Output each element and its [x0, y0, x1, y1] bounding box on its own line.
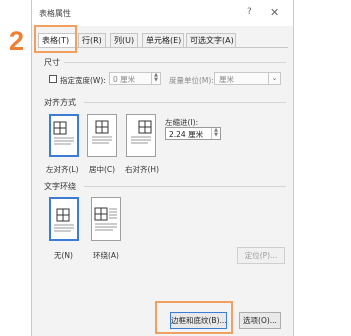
align-right-label: 右对齐(H)	[125, 165, 159, 174]
title-bar: 表格属性 ? ✕	[32, 0, 293, 26]
help-button[interactable]: ?	[247, 7, 252, 17]
align-center-label: 居中(C)	[89, 165, 116, 174]
wrap-around-option[interactable]	[91, 197, 121, 241]
align-center-icon	[92, 120, 112, 144]
wrap-around-label: 环绕(A)	[93, 251, 119, 260]
tab-row[interactable]: 行(R)	[78, 33, 106, 47]
dialog-title: 表格属性	[39, 9, 71, 18]
options-button[interactable]: 选项(O)...	[239, 312, 281, 329]
screenshot-canvas: 2 3 表格属性 ? ✕ 表格(T) 行(R) 列(U) 单元格(E) 可选文字…	[0, 0, 351, 336]
align-right-icon	[131, 120, 152, 144]
width-value: 0 厘米	[113, 75, 136, 84]
alignment-section-divider	[84, 102, 286, 103]
wrap-none-label: 无(N)	[54, 251, 73, 260]
align-center-option[interactable]	[87, 114, 117, 157]
left-indent-value: 2.24 厘米	[169, 130, 204, 139]
tab-column[interactable]: 列(U)	[110, 33, 138, 47]
size-section-divider	[64, 62, 286, 63]
button-highlight-box	[155, 301, 233, 334]
close-button[interactable]: ✕	[270, 6, 279, 19]
align-left-icon	[53, 121, 74, 145]
chevron-down-icon: ⌄	[268, 73, 280, 84]
tab-alt-text[interactable]: 可选文字(A)	[186, 33, 236, 47]
wrapping-section-divider	[84, 186, 286, 187]
preferred-width-checkbox[interactable]	[49, 75, 57, 83]
width-spin-arrows-icon[interactable]: ▲ ▼	[151, 73, 160, 84]
alignment-section-heading: 对齐方式	[44, 98, 76, 107]
wrap-none-icon	[54, 208, 74, 232]
preferred-width-label: 指定宽度(W):	[60, 76, 106, 85]
measure-unit-label: 度量单位(M):	[169, 76, 214, 85]
step-2-annotation: 2	[9, 26, 25, 56]
align-left-label: 左对齐(L)	[46, 165, 79, 174]
measure-unit-value: 厘米	[219, 75, 234, 84]
left-indent-spinner[interactable]: 2.24 厘米 ▲ ▼	[165, 127, 221, 140]
size-section-heading: 尺寸	[44, 58, 60, 67]
tab-cell[interactable]: 单元格(E)	[142, 33, 184, 47]
positioning-button[interactable]: 定位(P)...	[237, 247, 285, 264]
align-left-option[interactable]	[49, 114, 79, 157]
width-spinner[interactable]: 0 厘米 ▲ ▼	[109, 72, 161, 85]
measure-unit-select[interactable]: 厘米 ⌄	[214, 72, 281, 85]
align-right-option[interactable]	[126, 114, 156, 157]
wrapping-section-heading: 文字环绕	[44, 182, 76, 191]
wrap-none-option[interactable]	[49, 197, 79, 241]
tab-highlight-box	[34, 25, 77, 53]
indent-spin-arrows-icon[interactable]: ▲ ▼	[211, 128, 220, 139]
wrap-around-icon	[94, 207, 117, 231]
